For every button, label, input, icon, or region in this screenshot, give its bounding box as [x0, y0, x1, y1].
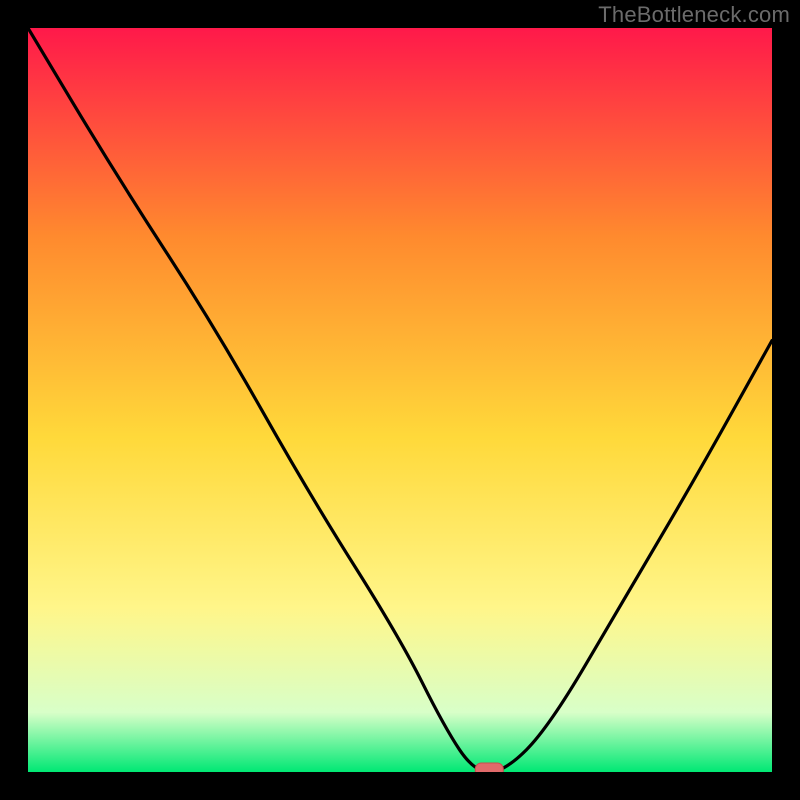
bottleneck-chart [28, 28, 772, 772]
chart-frame: TheBottleneck.com [0, 0, 800, 800]
watermark-text: TheBottleneck.com [598, 2, 790, 28]
gradient-background [28, 28, 772, 772]
optimal-point-marker [475, 763, 503, 772]
